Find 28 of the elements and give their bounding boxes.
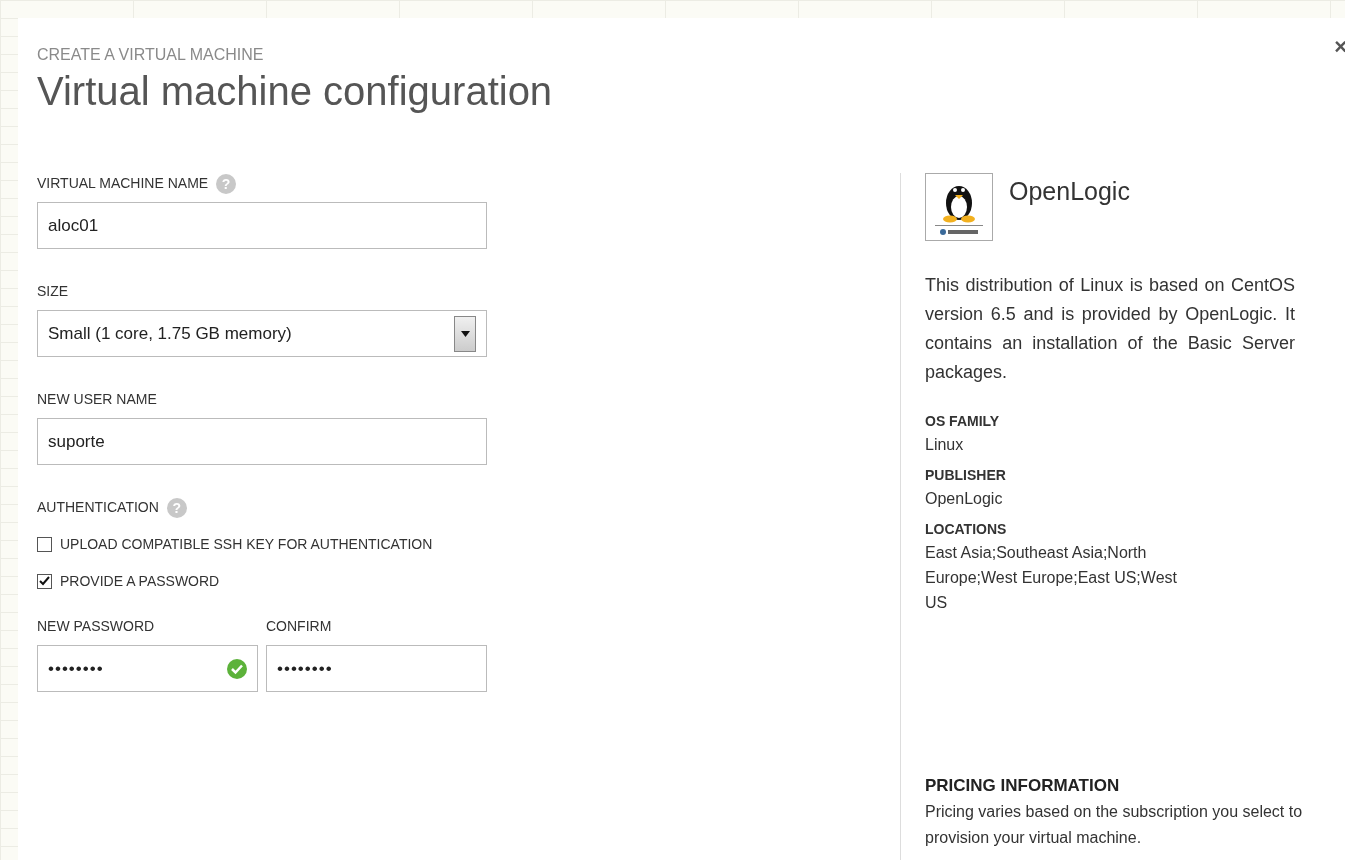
detail-label: PUBLISHER bbox=[925, 466, 1007, 485]
image-name: OpenLogic bbox=[1009, 176, 1130, 207]
pricing-heading: PRICING INFORMATION bbox=[925, 775, 1121, 797]
user-name-field[interactable]: suporte bbox=[37, 418, 487, 465]
field-label: AUTHENTICATION bbox=[37, 498, 159, 517]
field-label: VIRTUAL MACHINE NAME bbox=[37, 174, 209, 193]
size-dropdown[interactable]: Small (1 core, 1.75 GB memory) bbox=[37, 310, 487, 357]
detail-label: LOCATIONS bbox=[925, 520, 1008, 539]
confirm-password-field[interactable]: •••••••• bbox=[266, 645, 487, 692]
penguin-logo bbox=[925, 173, 993, 241]
detail-value: Linux bbox=[925, 435, 965, 455]
detail-label: OS FAMILY bbox=[925, 412, 1001, 431]
image-description: This distribution of Linux is based on CentOS version 6.5 and is provided by OpenLogic. It contains an installation of the Basic Server packages. bbox=[925, 274, 1295, 384]
checkbox[interactable] bbox=[37, 574, 52, 589]
field-label: CONFIRM bbox=[266, 617, 333, 636]
pricing-text: Pricing varies based on the subscription you select to provision your virtual machine. bbox=[925, 801, 1304, 848]
dialog-subtitle: CREATE A VIRTUAL MACHINE bbox=[37, 45, 264, 65]
detail-value: East Asia;Southeast Asia;North Europe;West Europe;East US;West US bbox=[925, 543, 1178, 613]
password-field[interactable]: •••••••• bbox=[37, 645, 258, 692]
checkbox[interactable] bbox=[37, 537, 52, 552]
name-field[interactable]: aloc01 bbox=[37, 202, 487, 249]
field-label: NEW PASSWORD bbox=[37, 617, 156, 636]
checkbox-label: PROVIDE A PASSWORD bbox=[60, 572, 220, 591]
checkbox-label: UPLOAD COMPATIBLE SSH KEY FOR AUTHENTICATION bbox=[60, 535, 433, 554]
detail-value: OpenLogic bbox=[925, 489, 1004, 509]
dialog-title: Virtual machine configuration bbox=[37, 68, 554, 115]
field-label: NEW USER NAME bbox=[37, 390, 157, 409]
field-label: SIZE bbox=[37, 282, 69, 301]
